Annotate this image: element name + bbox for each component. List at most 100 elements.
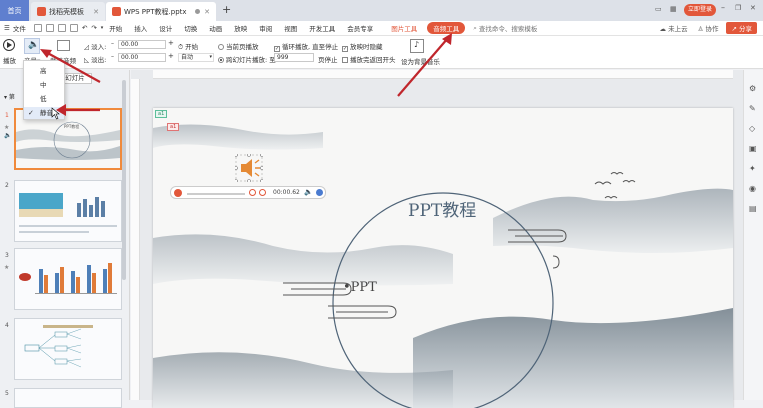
animation-icon[interactable]: ✦ bbox=[749, 164, 756, 173]
grid-icon[interactable]: ▦ bbox=[670, 5, 677, 13]
thumbnail-scrollbar[interactable] bbox=[122, 80, 126, 280]
picture-icon[interactable]: ▣ bbox=[749, 144, 757, 153]
thumbnail-1-title: PPT教程 bbox=[64, 124, 80, 129]
set-bg-music-label[interactable]: 设为背景音乐 bbox=[401, 56, 440, 66]
window-layout-icon[interactable]: ▭ bbox=[655, 5, 662, 13]
volume-dropdown-menu: 高 中 低 ✓ 静音 bbox=[23, 60, 65, 120]
slide-canvas[interactable]: PPT教程 •PPT a1 a1 00:00.62 🔈 bbox=[153, 108, 733, 408]
rewind-icon[interactable] bbox=[249, 189, 256, 196]
save-icon[interactable] bbox=[33, 24, 42, 32]
loop-option[interactable]: ✓ 循环播放, 直至停止 bbox=[274, 41, 338, 52]
volume-option-medium[interactable]: 中 bbox=[24, 79, 64, 91]
menu-bar: ☰ 文件 ↶ ↷ ▾ 开始 插入 设计 切换 动画 放映 审阅 视图 开发工具 … bbox=[0, 21, 763, 36]
slide-title[interactable]: PPT教程 bbox=[408, 196, 476, 221]
tab-document[interactable]: WPS PPT教程.pptx ✕ bbox=[106, 2, 216, 21]
start-select[interactable]: 自动 ▾ bbox=[178, 53, 214, 62]
slide-thumbnail-2[interactable] bbox=[14, 180, 122, 242]
animation-badge[interactable]: a1 bbox=[167, 123, 180, 131]
new-tab-icon[interactable]: + bbox=[222, 3, 231, 16]
section-prefix: 第 bbox=[8, 94, 15, 101]
fade-in-input[interactable]: 00.00 bbox=[118, 40, 166, 49]
undo-icon[interactable]: ↶ bbox=[82, 24, 87, 32]
location-icon[interactable]: ◉ bbox=[749, 184, 756, 193]
command-search[interactable]: 查找命令、搜索模板 bbox=[479, 23, 538, 33]
tab-template[interactable]: 找稻壳模板 ✕ bbox=[31, 2, 105, 21]
audio-object[interactable] bbox=[234, 153, 264, 183]
shape-icon[interactable]: ◇ bbox=[749, 124, 755, 133]
menu-item-view[interactable]: 视图 bbox=[284, 23, 297, 33]
template-icon[interactable]: ▤ bbox=[749, 204, 757, 213]
rewind-option[interactable]: 播放完返回开头 bbox=[342, 54, 396, 64]
menu-item-developer[interactable]: 开发工具 bbox=[309, 23, 335, 33]
info-icon[interactable] bbox=[316, 189, 323, 196]
current-slide-option[interactable]: 当前页播放 bbox=[218, 41, 259, 51]
cloud-status-label: 未上云 bbox=[668, 25, 688, 33]
redo-icon[interactable]: ↷ bbox=[91, 24, 96, 32]
file-menu[interactable]: 文件 bbox=[13, 23, 26, 33]
volume-option-mute[interactable]: ✓ 静音 bbox=[24, 107, 64, 119]
property-icon[interactable]: ⚙ bbox=[749, 84, 756, 93]
volume-option-low[interactable]: 低 bbox=[24, 93, 64, 105]
search-icon[interactable]: ⌕ bbox=[473, 24, 477, 33]
fade-in-minus[interactable]: – bbox=[111, 40, 114, 47]
menu-item-start[interactable]: 开始 bbox=[109, 23, 122, 33]
fade-in-plus[interactable]: + bbox=[168, 39, 174, 47]
export-pdf-icon[interactable] bbox=[45, 24, 54, 32]
window-close-icon[interactable]: ✕ bbox=[750, 4, 756, 12]
menu-item-picture-tools[interactable]: 图片工具 bbox=[391, 23, 417, 33]
cloud-status[interactable]: ☁ 未上云 bbox=[659, 23, 687, 33]
play-label[interactable]: 播放 bbox=[3, 55, 16, 65]
share-icon: ↗ bbox=[731, 25, 737, 33]
section-label[interactable]: ▾ 第 bbox=[4, 92, 15, 101]
play-icon[interactable] bbox=[174, 189, 182, 197]
fade-out-input[interactable]: 00.00 bbox=[118, 53, 166, 62]
hamburger-icon[interactable]: ☰ bbox=[4, 24, 10, 32]
cross-slide-option[interactable]: 跨幻灯片播放: 至 bbox=[218, 54, 276, 64]
menu-item-review[interactable]: 审阅 bbox=[259, 23, 272, 33]
audio-progress-track[interactable] bbox=[187, 192, 245, 195]
menu-item-member[interactable]: 会员专享 bbox=[347, 23, 373, 33]
chevron-down-icon[interactable]: ▾ bbox=[101, 25, 104, 31]
close-icon[interactable]: ✕ bbox=[93, 8, 99, 16]
maximize-icon[interactable]: ❐ bbox=[735, 4, 741, 12]
animation-badge[interactable]: a1 bbox=[155, 110, 168, 118]
trim-audio-icon[interactable] bbox=[57, 40, 70, 51]
menu-item-audio-tools[interactable]: 音频工具 bbox=[427, 22, 466, 34]
login-button[interactable]: 立即登录 bbox=[684, 4, 716, 16]
star-icon: ★ bbox=[4, 124, 10, 131]
hide-option[interactable]: ✓ 放映时隐藏 bbox=[342, 41, 383, 52]
volume-option-high[interactable]: 高 bbox=[24, 65, 64, 77]
audio-time: 00:00.62 bbox=[273, 189, 300, 196]
menu-item-slideshow[interactable]: 放映 bbox=[234, 23, 247, 33]
audio-player-bar: 00:00.62 🔈 bbox=[170, 186, 326, 199]
checkbox-checked-icon: ✓ bbox=[342, 46, 348, 52]
menu-item-transition[interactable]: 切换 bbox=[184, 23, 197, 33]
volume-button[interactable]: 🔈 bbox=[24, 38, 40, 54]
menu-item-insert[interactable]: 插入 bbox=[134, 23, 147, 33]
collab-button[interactable]: ♙ 协作 bbox=[698, 23, 719, 33]
minimize-icon[interactable]: – bbox=[721, 3, 725, 12]
slide-number: 3 bbox=[5, 252, 9, 259]
background-music-icon[interactable]: ♪ bbox=[410, 39, 424, 53]
format-icon[interactable]: ✎ bbox=[749, 104, 756, 113]
speaker-icon: 🔈 bbox=[28, 40, 40, 50]
cross-slide-input[interactable]: 999 bbox=[274, 53, 314, 62]
preview-icon[interactable] bbox=[69, 24, 78, 32]
slide-thumbnail-4[interactable] bbox=[14, 318, 122, 380]
volume-icon[interactable]: 🔈 bbox=[304, 188, 313, 196]
play-icon[interactable] bbox=[3, 39, 15, 51]
slide-thumbnail-3[interactable] bbox=[14, 248, 122, 310]
tab-home[interactable]: 首页 bbox=[0, 0, 29, 21]
start-text: 开始 bbox=[185, 43, 199, 51]
close-icon[interactable]: ✕ bbox=[204, 8, 210, 16]
menu-item-animation[interactable]: 动画 bbox=[209, 23, 222, 33]
menu-item-design[interactable]: 设计 bbox=[159, 23, 172, 33]
slide-thumbnail-5[interactable] bbox=[14, 388, 122, 408]
slide-subtitle[interactable]: •PPT bbox=[343, 280, 377, 295]
forward-icon[interactable] bbox=[259, 189, 266, 196]
fade-out-minus[interactable]: – bbox=[111, 53, 114, 60]
fade-out-plus[interactable]: + bbox=[168, 52, 174, 60]
print-icon[interactable] bbox=[57, 24, 66, 32]
tab-template-label: 找稻壳模板 bbox=[49, 7, 84, 16]
share-button[interactable]: ↗ 分享 bbox=[726, 22, 757, 34]
